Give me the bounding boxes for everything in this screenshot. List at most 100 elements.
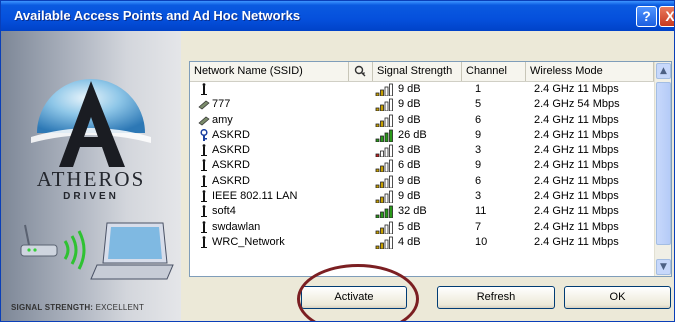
network-row[interactable]: ASKRD 6 dB 9 2.4 GHz 11 Mbps [190,158,654,173]
scroll-up-button[interactable]: ▲ [656,63,671,79]
network-row[interactable]: soft4 32 dB 11 2.4 GHz 11 Mbps [190,204,654,219]
ssid-cell: 777 [212,98,231,111]
network-row[interactable]: IEEE 802.11 LAN 9 dB 3 2.4 GHz 11 Mbps [190,189,654,204]
ssid-cell: ASKRD [212,128,250,141]
wireless-mode-cell: 2.4 GHz 11 Mbps [534,144,619,157]
wireless-devices-illustration [20,222,174,280]
scroll-down-button[interactable]: ▼ [656,259,671,275]
adhoc-icon [198,116,210,126]
channel-cell: 9 [475,159,482,172]
wireless-mode-cell: 2.4 GHz 11 Mbps [534,159,619,172]
antenna-icon [201,159,207,172]
antenna-icon [201,174,207,187]
network-type-indicator [198,236,210,251]
security-column-icon [354,65,366,77]
column-header-channel[interactable]: Channel [462,62,526,81]
network-type-indicator [198,205,210,220]
ssid-cell: ASKRD [212,174,250,187]
column-header-mode[interactable]: Wireless Mode [526,62,654,81]
network-type-indicator [198,174,210,190]
channel-cell: 6 [475,113,482,126]
channel-cell: 3 [475,190,482,203]
wireless-mode-cell: 2.4 GHz 54 Mbps [534,98,620,111]
signal-strength-cell: 9 dB [398,174,421,187]
wireless-mode-cell: 2.4 GHz 11 Mbps [534,235,619,248]
brand-name: ATHEROS [36,167,146,191]
signal-strength-cell: 26 dB [398,128,427,141]
list-header: Network Name (SSID) Signal Strength Chan… [190,62,671,82]
channel-cell: 9 [475,128,482,141]
channel-cell: 7 [475,220,482,233]
brand-tagline: DRIVEN [63,191,119,202]
antenna-icon [201,220,207,233]
network-type-indicator [198,114,210,129]
wireless-mode-cell: 2.4 GHz 11 Mbps [534,220,619,233]
help-button[interactable]: ? [636,6,657,27]
network-row[interactable]: swdawlan 5 dB 7 2.4 GHz 11 Mbps [190,220,654,235]
antenna-icon [201,190,207,203]
network-type-indicator [198,98,210,113]
wireless-mode-cell: 2.4 GHz 11 Mbps [534,83,619,95]
signal-strength-status: SIGNAL STRENGTH: EXCELLENT [11,303,144,312]
ssid-cell: soft4 [212,205,236,218]
channel-cell: 1 [475,83,482,95]
channel-cell: 6 [475,174,482,187]
ssid-cell: ASKRD [212,159,250,172]
channel-cell: 3 [475,144,482,157]
ssid-cell: IEEE 802.11 LAN [212,190,298,203]
network-row[interactable]: ASKRD 3 dB 3 2.4 GHz 11 Mbps [190,143,654,158]
signal-strength-cell: 9 dB [398,83,421,95]
signal-strength-cell: 9 dB [398,190,421,203]
network-type-indicator [198,83,210,98]
activate-button[interactable]: Activate [301,286,407,309]
channel-cell: 10 [475,235,488,248]
signal-strength-cell: 6 dB [398,159,421,172]
network-type-indicator [198,190,210,205]
network-row[interactable]: 9 dB 1 2.4 GHz 11 Mbps [190,82,654,97]
adhoc-icon [198,100,210,110]
antenna-icon [201,205,207,218]
network-row[interactable]: ASKRD 26 dB 9 2.4 GHz 11 Mbps [190,128,654,143]
channel-cell: 5 [475,98,482,111]
window-title: Available Access Points and Ad Hoc Netwo… [14,8,301,23]
network-rows: 9 dB 1 2.4 GHz 11 Mbps 777 9 dB 5 2.4 GHz 54 M… [190,82,654,250]
antenna-icon [201,236,207,248]
network-type-indicator [198,144,210,159]
network-type-indicator [198,128,210,144]
network-row[interactable]: 777 9 dB 5 2.4 GHz 54 Mbps [190,97,654,112]
network-row[interactable]: WRC_Network 4 dB 10 2.4 GHz 11 Mbps [190,235,654,250]
signal-strength-cell: 32 dB [398,205,427,218]
ok-button[interactable]: OK [564,286,671,309]
signal-strength-cell: 9 dB [398,113,421,126]
wireless-mode-cell: 2.4 GHz 11 Mbps [534,190,619,203]
signal-strength-cell: 4 dB [398,235,421,248]
wireless-mode-cell: 2.4 GHz 11 Mbps [534,205,619,218]
network-type-indicator [198,159,210,174]
signal-bars-icon [375,236,395,252]
antenna-icon [201,144,207,157]
signal-strength-value: EXCELLENT [95,303,145,312]
column-header-ssid[interactable]: Network Name (SSID) [190,62,349,81]
scroll-thumb[interactable] [656,82,671,245]
column-header-signal[interactable]: Signal Strength [373,62,462,81]
vertical-scrollbar[interactable]: ▲ ▼ [654,62,671,276]
network-list[interactable]: Network Name (SSID) Signal Strength Chan… [189,61,672,277]
column-header-security[interactable] [349,62,373,81]
network-type-indicator [198,220,210,236]
signal-strength-cell: 5 dB [398,220,421,233]
ssid-cell: swdawlan [212,220,261,233]
close-button[interactable]: X [659,6,674,27]
channel-cell: 11 [475,205,487,218]
refresh-button[interactable]: Refresh [437,286,555,309]
wireless-mode-cell: 2.4 GHz 11 Mbps [534,113,619,126]
title-bar[interactable]: Available Access Points and Ad Hoc Netwo… [1,1,674,31]
network-row[interactable]: ASKRD 9 dB 6 2.4 GHz 11 Mbps [190,174,654,189]
wireless-mode-cell: 2.4 GHz 11 Mbps [534,174,619,187]
network-row[interactable]: amy 9 dB 6 2.4 GHz 11 Mbps [190,113,654,128]
ssid-cell: WRC_Network [212,235,285,248]
atheros-logo [31,79,151,167]
ssid-cell: ASKRD [212,144,250,157]
brand-panel: ATHEROS DRIVEN SIGNAL STRENGTH: EXCELLEN… [1,31,181,321]
antenna-icon [201,83,207,95]
wireless-mode-cell: 2.4 GHz 11 Mbps [534,128,619,141]
